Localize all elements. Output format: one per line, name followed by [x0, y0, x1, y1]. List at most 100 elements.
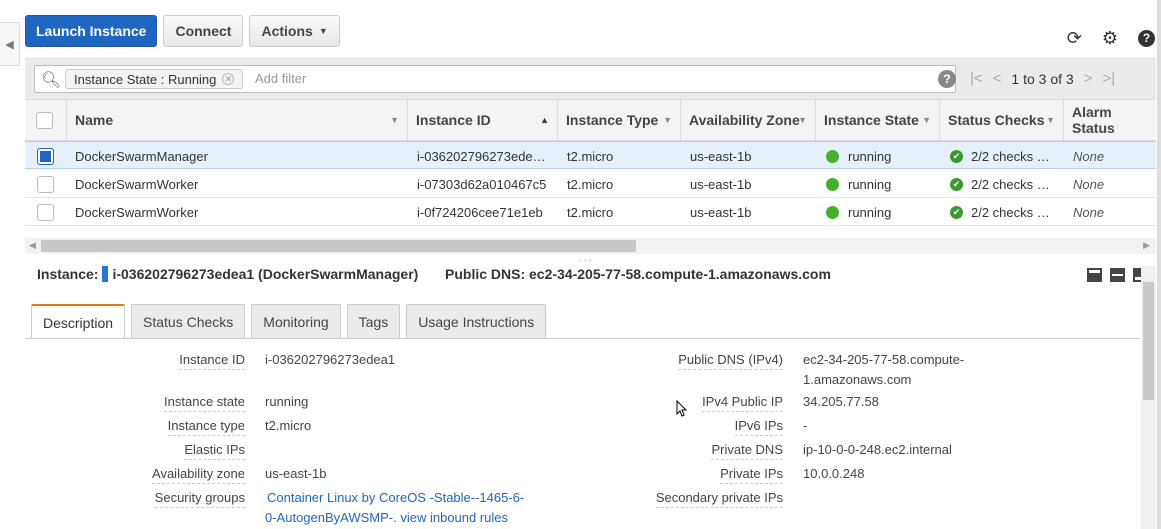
row-checkbox[interactable] [37, 175, 54, 193]
filter-chip[interactable]: Instance State : Running ✕ [65, 69, 244, 89]
filter-bar: 🔍︎ Instance State : Running ✕ Add filter… [25, 58, 1156, 100]
col-instance-state[interactable]: Instance State ▼ [816, 100, 940, 140]
col-label: Name [75, 112, 114, 128]
col-instance-id[interactable]: Instance ID ▲ [408, 100, 558, 140]
detail-value: 1.amazonaws.com [803, 372, 912, 387]
scrollbar-thumb[interactable] [1143, 282, 1154, 400]
col-alarm-status[interactable]: Alarm Status [1064, 100, 1156, 140]
detail-value: ip-10-0-0-248.ec2.internal [803, 442, 952, 457]
dns-label: Public DNS: [445, 266, 526, 282]
add-filter-placeholder: Add filter [255, 71, 307, 86]
last-page-icon[interactable]: >| [1102, 70, 1115, 87]
sort-icon: ▼ [798, 115, 807, 125]
cell-instance-id: i-0f724206cee71e1eb [417, 204, 543, 220]
vertical-scrollbar[interactable] [1141, 266, 1156, 529]
detail-value: 34.205.77.58 [803, 394, 879, 409]
cell-zone: us-east-1b [690, 148, 752, 164]
cell-instance-type: t2.micro [567, 204, 614, 220]
tab-description[interactable]: Description [31, 304, 126, 339]
detail-value: 10.0.0.248 [803, 466, 865, 481]
instance-value: i-036202796273edea1 (DockerSwarmManager) [112, 266, 419, 282]
remove-filter-icon[interactable]: ✕ [222, 73, 235, 85]
scroll-right-icon[interactable]: ▶ [1143, 240, 1150, 251]
chip-text: Instance State : Running [74, 71, 217, 87]
running-status-icon [826, 177, 839, 191]
mouse-cursor-icon [676, 400, 688, 417]
instance-label: Instance: [37, 266, 99, 282]
tab-usage-instructions[interactable]: Usage Instructions [406, 304, 547, 338]
dns-value: ec2-34-205-77-58.compute-1.amazonaws.com [529, 266, 831, 282]
checks-text: 2/2 checks … [971, 148, 1050, 164]
tab-tags[interactable]: Tags [346, 304, 401, 338]
detail-value: ec2-34-205-77-58.compute- [803, 352, 965, 367]
search-input[interactable]: 🔍︎ Instance State : Running ✕ Add filter… [34, 65, 956, 93]
refresh-icon[interactable]: ⟳ [1067, 28, 1082, 49]
cell-state: running [826, 142, 891, 170]
search-icon: 🔍︎ [41, 72, 62, 89]
collapse-nav-button[interactable]: ◀ [0, 22, 20, 66]
sort-icon: ▼ [390, 115, 399, 125]
gear-icon[interactable]: ⚙ [1102, 28, 1118, 49]
sort-icon: ▼ [922, 115, 931, 125]
col-availability-zone[interactable]: Availability Zone ▼ [681, 100, 816, 140]
cell-zone: us-east-1b [690, 176, 752, 192]
view-inbound-rules-link[interactable]: view inbound rules [400, 510, 508, 525]
detail-label: Private IPs [720, 466, 783, 484]
security-group-link[interactable]: Container Linux by CoreOS -Stable--1465-… [267, 490, 524, 505]
cell-zone: us-east-1b [690, 204, 752, 220]
cell-name: DockerSwarmWorker [75, 204, 199, 220]
row-checkbox[interactable] [37, 203, 54, 221]
tab-monitoring[interactable]: Monitoring [251, 304, 341, 338]
chevron-left-icon: ◀ [5, 38, 14, 51]
col-label: Status Checks [948, 112, 1045, 128]
state-text: running [848, 148, 892, 164]
horizontal-scrollbar[interactable]: ◀ ▶ [25, 238, 1156, 254]
detail-label: Elastic IPs [184, 442, 245, 460]
row-checkbox[interactable] [37, 147, 54, 165]
help-icon[interactable]: ? [1138, 30, 1155, 47]
page-edge [1157, 0, 1161, 529]
table-row[interactable]: DockerSwarmWorker i-0f724206cee71e1eb t2… [25, 198, 1156, 226]
col-name[interactable]: Name ▼ [67, 100, 408, 140]
actions-label: Actions [261, 23, 313, 39]
cell-name: DockerSwarmManager [75, 148, 208, 164]
prev-page-icon[interactable]: < [993, 70, 1002, 87]
chevron-down-icon: ▼ [318, 26, 328, 36]
table-row[interactable]: DockerSwarmManager i-036202796273ede… t2… [25, 141, 1156, 169]
security-group-link[interactable]: 0-AutogenByAWSMP-. [265, 510, 397, 525]
next-page-icon[interactable]: > [1084, 70, 1093, 87]
cell-status-checks: ✔ 2/2 checks … [950, 142, 1050, 170]
connect-button[interactable]: Connect [163, 15, 244, 47]
row-select-cell [37, 142, 54, 170]
pane-layout-controls [1087, 268, 1148, 282]
table-row[interactable]: DockerSwarmWorker i-07303d62a010467c5 t2… [25, 170, 1156, 198]
scrollbar-thumb[interactable] [41, 240, 636, 252]
layout-bottom-icon[interactable] [1087, 268, 1102, 282]
first-page-icon[interactable]: |< [970, 70, 983, 87]
detail-label: Instance type [167, 418, 245, 436]
check-icon: ✔ [950, 177, 963, 191]
col-status-checks[interactable]: Status Checks ▼ [940, 100, 1064, 140]
cell-instance-type: t2.micro [567, 176, 614, 192]
resize-handle[interactable]: ▫▫▫ [579, 256, 594, 265]
security-group-line2: 0-AutogenByAWSMP-. view inbound rules [265, 510, 508, 525]
actions-dropdown[interactable]: Actions ▼ [249, 15, 340, 47]
col-instance-type[interactable]: Instance Type ▼ [558, 100, 681, 140]
checks-text: 2/2 checks … [971, 204, 1050, 220]
col-label: Instance Type [566, 112, 659, 128]
launch-instance-button[interactable]: Launch Instance [25, 15, 158, 47]
filter-help-icon[interactable]: ? [938, 70, 956, 88]
detail-label: Secondary private IPs [655, 490, 783, 508]
tab-status-checks[interactable]: Status Checks [131, 304, 246, 338]
scroll-left-icon[interactable]: ◀ [29, 240, 36, 251]
select-all-checkbox[interactable] [36, 111, 53, 129]
cell-instance-type: t2.micro [567, 148, 614, 164]
col-label: Availability Zone [689, 112, 800, 128]
detail-label: Public DNS (IPv4) [678, 352, 783, 370]
sort-icon: ▼ [1046, 115, 1055, 125]
sort-asc-icon: ▲ [540, 115, 549, 125]
layout-split-icon[interactable] [1110, 268, 1125, 282]
top-icons: ⟳ ⚙ ? [1061, 28, 1161, 49]
sort-icon: ▼ [663, 115, 672, 125]
col-label: Instance State [824, 112, 919, 128]
